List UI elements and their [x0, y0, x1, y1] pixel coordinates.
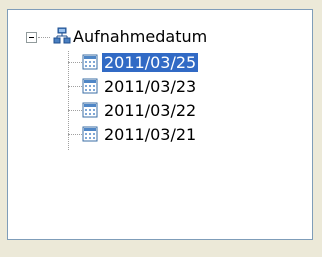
tree-item-label: 2011/03/23: [104, 76, 197, 96]
tree-item-2011-03-25[interactable]: 2011/03/25: [82, 52, 199, 72]
tree-item-label: 2011/03/22: [104, 100, 197, 120]
tree-view[interactable]: Aufnahmedatum 2011/03/25 2011/03/23 2011…: [7, 9, 313, 240]
tree-connector: [68, 51, 69, 150]
tree-item-2011-03-23[interactable]: 2011/03/23: [82, 76, 198, 96]
tree-root-icon: [53, 27, 71, 44]
tree-item-label: 2011/03/21: [104, 124, 197, 144]
collapse-toggle-icon[interactable]: [26, 32, 37, 43]
tree-connector: [68, 86, 82, 87]
calendar-icon: [82, 102, 98, 118]
tree-connector: [68, 110, 82, 111]
tree-root-label[interactable]: Aufnahmedatum: [73, 27, 207, 46]
tree-connector: [68, 62, 82, 63]
tree-item-2011-03-21[interactable]: 2011/03/21: [82, 124, 198, 144]
tree-connector: [68, 134, 82, 135]
calendar-icon: [82, 78, 98, 94]
window-frame: Aufnahmedatum 2011/03/25 2011/03/23 2011…: [0, 0, 322, 257]
calendar-icon: [82, 54, 98, 70]
tree-item-label: 2011/03/25: [102, 52, 199, 72]
calendar-icon: [82, 126, 98, 142]
tree-connector: [38, 37, 50, 38]
tree-item-2011-03-22[interactable]: 2011/03/22: [82, 100, 198, 120]
